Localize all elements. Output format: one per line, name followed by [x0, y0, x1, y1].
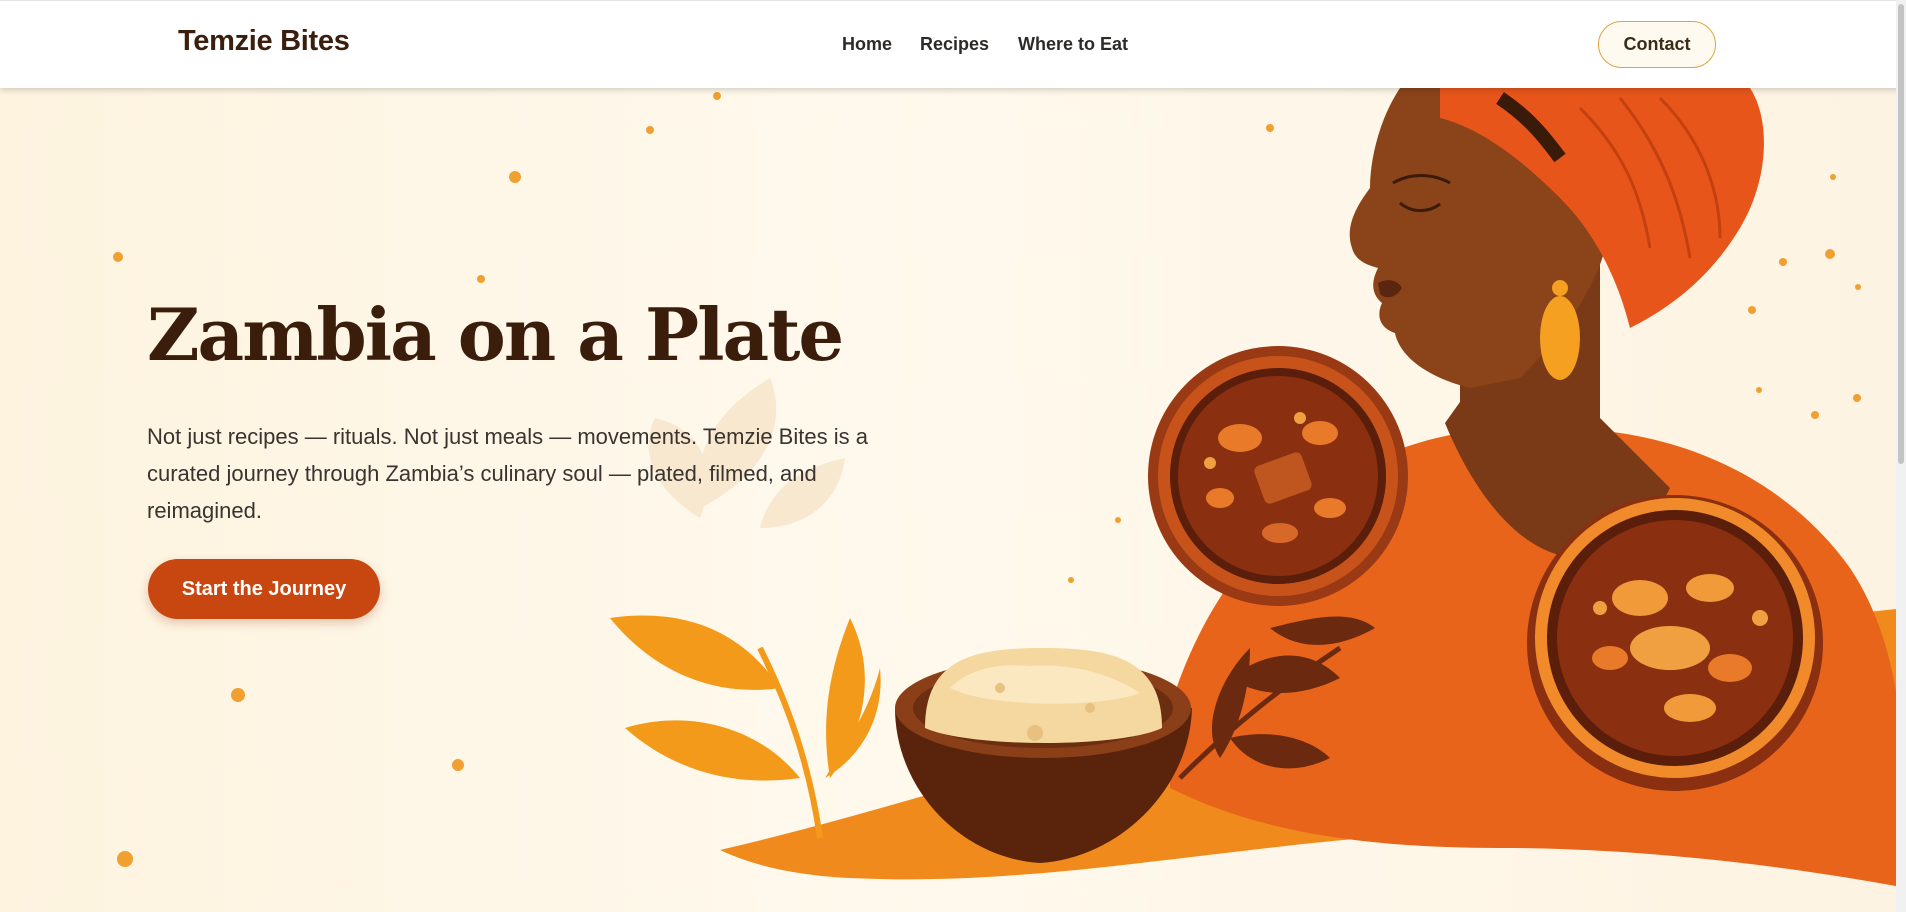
- brand-logo[interactable]: Temzie Bites: [178, 25, 350, 58]
- hero-description: Not just recipes — rituals. Not just mea…: [147, 424, 868, 523]
- navbar: Temzie Bites Home Recipes Where to Eat C…: [0, 0, 1906, 88]
- stew-bowl-top: [1148, 346, 1408, 606]
- contact-button[interactable]: Contact: [1598, 21, 1716, 68]
- nav-link-recipes[interactable]: Recipes: [920, 34, 989, 55]
- earring: [1540, 296, 1580, 380]
- nav-link-home[interactable]: Home: [842, 34, 892, 55]
- vertical-scrollbar[interactable]: [1896, 0, 1906, 912]
- hero-title: Zambia on a Plate: [147, 292, 844, 377]
- scrollbar-thumb[interactable]: [1898, 4, 1904, 464]
- nav-link-where-to-eat[interactable]: Where to Eat: [1018, 34, 1128, 55]
- leaf-branch-left: [610, 615, 881, 839]
- start-journey-button[interactable]: Start the Journey: [148, 559, 380, 619]
- stew-bowl-right: [1527, 495, 1823, 791]
